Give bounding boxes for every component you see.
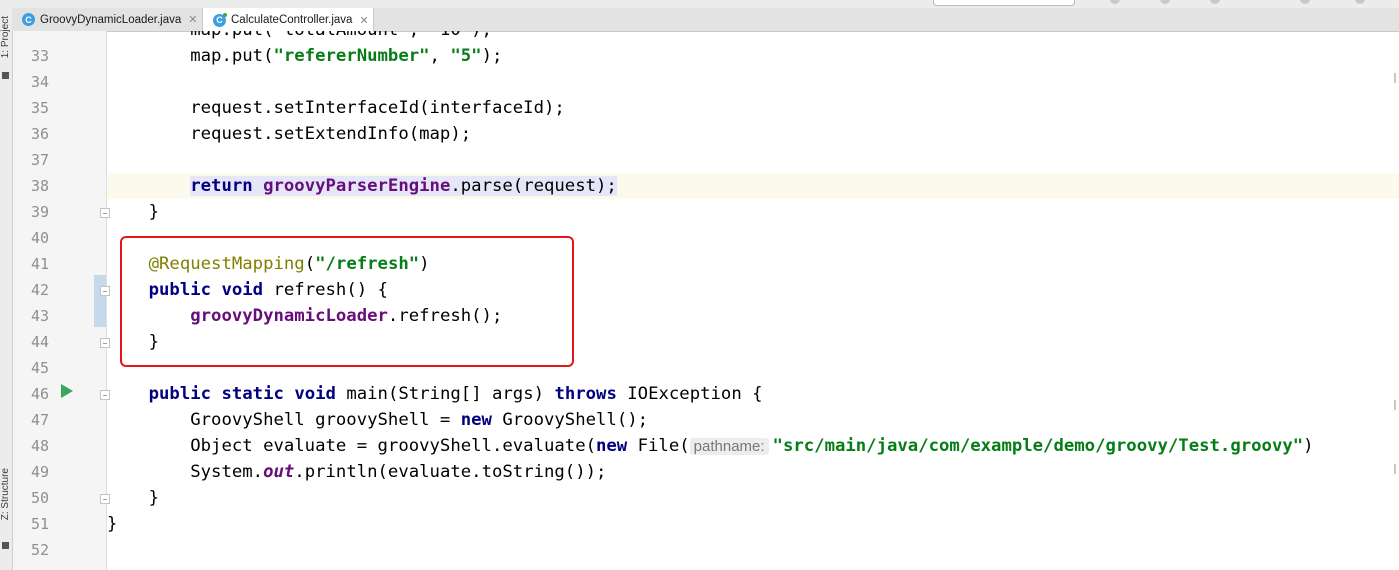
parameter-hint: pathname: <box>689 438 769 455</box>
line-number: 49 <box>31 463 50 481</box>
code-line: } <box>107 488 160 508</box>
line-number: 45 <box>31 359 50 377</box>
scroll-marker[interactable] <box>1394 464 1396 474</box>
code-line: Object evaluate = groovyShell.evaluate(n… <box>190 436 1314 456</box>
line-number: 50 <box>31 489 50 507</box>
code-line: } <box>107 514 118 534</box>
toolbar-icon[interactable] <box>1210 0 1220 4</box>
left-tool-window-strip: 1: Project Z: Structure <box>0 8 13 570</box>
code-line: map.put("totalAmount", "10"); <box>107 31 1399 43</box>
toolbar-icon[interactable] <box>1160 0 1170 4</box>
code-line: public static void main(String[] args) t… <box>148 384 763 404</box>
line-number: 35 <box>31 99 50 117</box>
line-number: 51 <box>31 515 50 533</box>
code-line: request.setExtendInfo(map); <box>107 124 472 144</box>
class-icon: C <box>213 12 227 27</box>
line-number: 48 <box>31 437 50 455</box>
toolbar-icon[interactable] <box>1300 0 1310 4</box>
main-toolbar <box>0 0 1399 8</box>
code-line: } <box>107 202 160 222</box>
line-number: 34 <box>31 73 50 91</box>
line-number: 37 <box>31 151 50 169</box>
class-icon: C <box>22 13 35 26</box>
code-line: map.put("refererNumber", "5"); <box>190 46 503 66</box>
scroll-marker[interactable] <box>1394 73 1396 83</box>
editor-gutter[interactable]: 33 34 35 36 37 38 39 40 41 42 43 44 45 4… <box>13 31 106 570</box>
structure-icon[interactable] <box>2 542 9 549</box>
line-number: 33 <box>31 47 50 65</box>
line-number: 40 <box>31 229 50 247</box>
line-number: 46 <box>31 385 50 403</box>
toolbar-search-field[interactable] <box>933 0 1075 6</box>
tab-groovy-dynamic-loader[interactable]: C GroovyDynamicLoader.java ✕ <box>12 8 202 31</box>
line-number: 43 <box>31 307 50 325</box>
current-code-line: return groovyParserEngine.parse(request)… <box>107 173 1399 199</box>
close-icon[interactable]: ✕ <box>188 13 197 26</box>
line-number: 42 <box>31 281 50 299</box>
scroll-marker[interactable] <box>1394 400 1396 410</box>
toolbar-icon[interactable] <box>1110 0 1120 4</box>
line-number: 41 <box>31 255 50 273</box>
tab-label: CalculateController.java <box>231 14 353 26</box>
run-icon[interactable] <box>61 384 73 398</box>
fold-region-marker <box>94 275 106 327</box>
tab-calculate-controller[interactable]: C CalculateController.java ✕ <box>202 8 374 32</box>
code-line: request.setInterfaceId(interfaceId); <box>107 98 565 118</box>
highlight-box <box>120 236 574 367</box>
code-line: GroovyShell groovyShell = new GroovyShel… <box>190 410 649 430</box>
toolbar-icon[interactable] <box>1355 0 1365 4</box>
line-number: 44 <box>31 333 50 351</box>
line-number: 52 <box>31 541 50 559</box>
code-line: System.out.println(evaluate.toString()); <box>190 462 607 482</box>
close-icon[interactable]: ✕ <box>359 14 368 27</box>
project-icon[interactable] <box>2 72 9 79</box>
tool-window-project[interactable]: 1: Project <box>0 16 12 58</box>
line-number: 39 <box>31 203 50 221</box>
tab-label: GroovyDynamicLoader.java <box>40 13 182 26</box>
line-number: 47 <box>31 411 50 429</box>
line-number: 38 <box>31 177 50 195</box>
line-number: 36 <box>31 125 50 143</box>
tool-window-structure[interactable]: Z: Structure <box>0 468 12 520</box>
editor-tab-bar: C GroovyDynamicLoader.java ✕ C Calculate… <box>12 8 1399 32</box>
